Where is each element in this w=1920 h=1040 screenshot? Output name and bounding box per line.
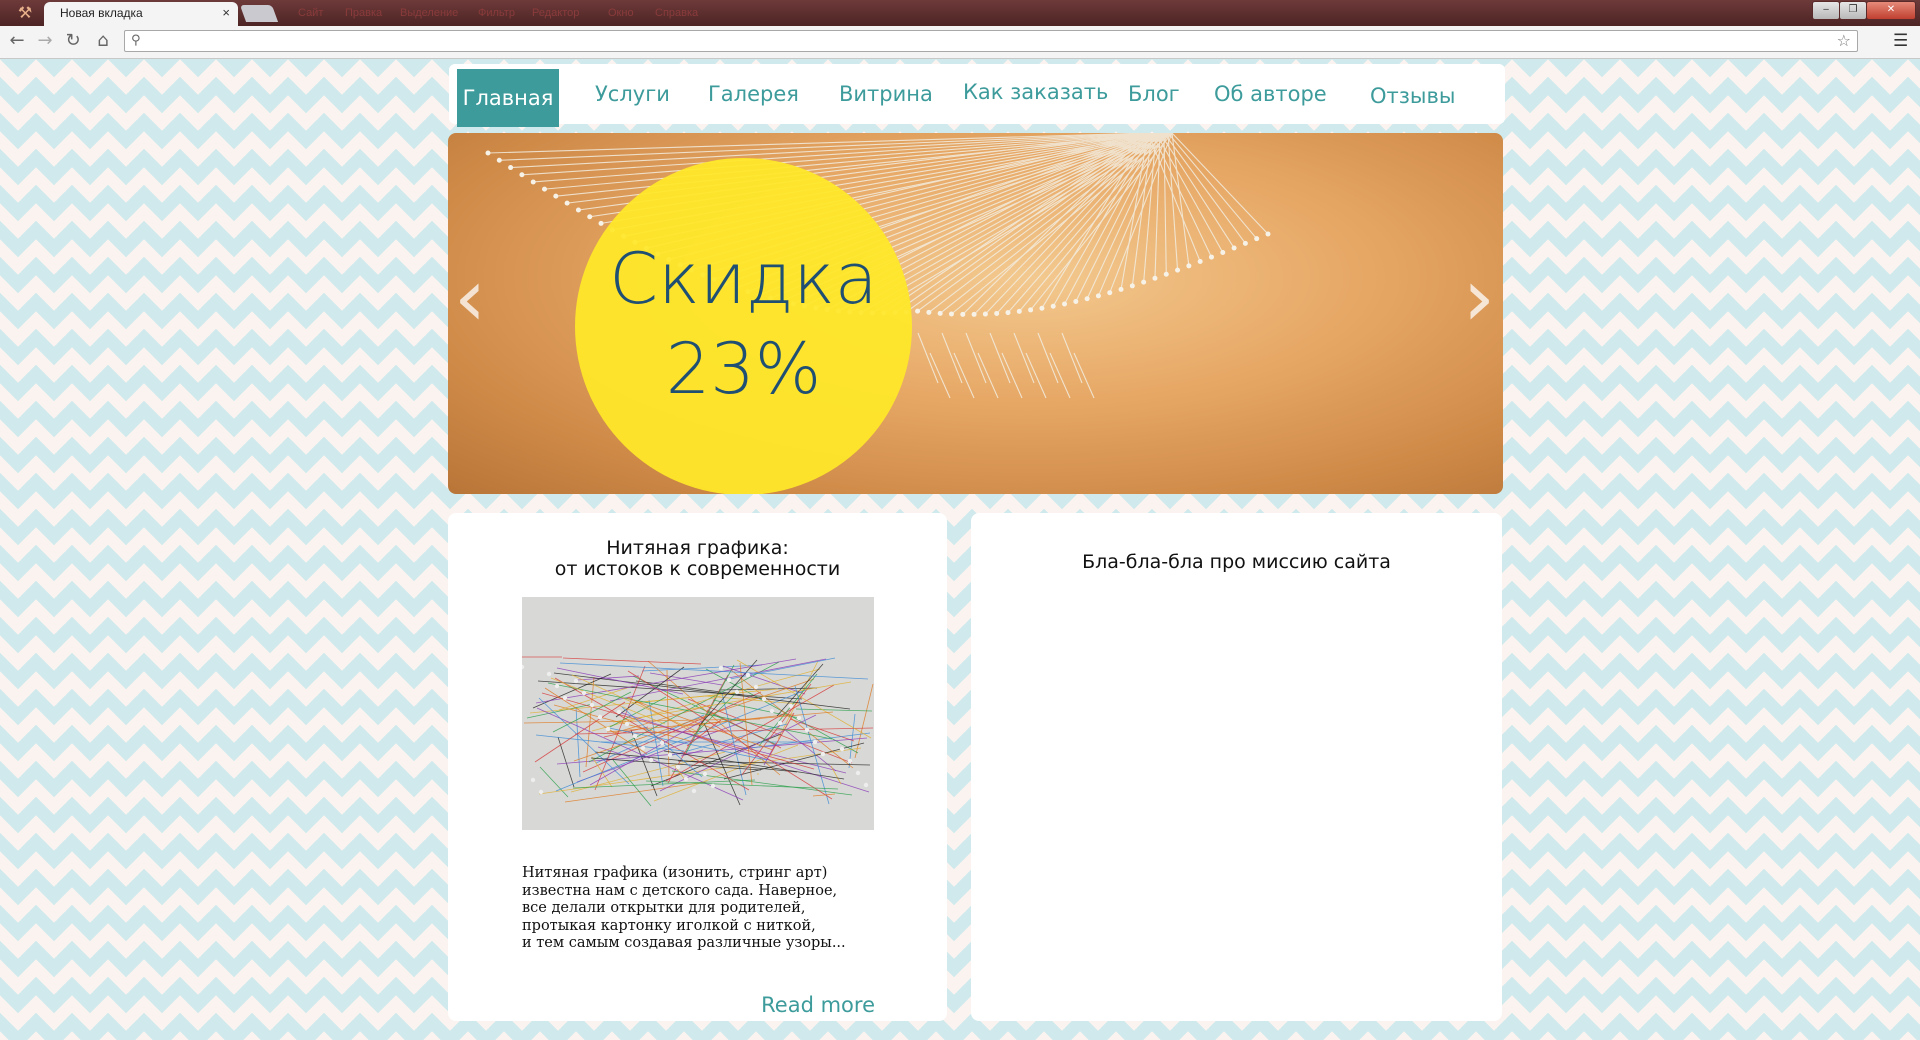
- minimize-button[interactable]: ‒: [1812, 1, 1840, 20]
- tab-title: Новая вкладка: [60, 6, 143, 20]
- back-arrow-icon[interactable]: ←: [6, 30, 28, 52]
- discount-circle: Скидка 23%: [575, 158, 912, 494]
- address-input[interactable]: [149, 32, 1789, 50]
- page-background: Главная Услуги Галерея Витрина Как заказ…: [0, 59, 1920, 1040]
- nav-item-gallery[interactable]: Галерея: [708, 64, 799, 124]
- nav-item-about-author[interactable]: Об авторе: [1214, 64, 1327, 124]
- search-icon: ⚲: [131, 33, 141, 48]
- mission-card: Бла-бла-бла про миссию сайта: [971, 513, 1502, 1021]
- main-nav: Главная Услуги Галерея Витрина Как заказ…: [449, 62, 1505, 127]
- nav-item-blog[interactable]: Блог: [1128, 64, 1180, 124]
- browser-app-icon[interactable]: ⚒: [12, 3, 38, 23]
- menu-item: Фильтр: [478, 7, 515, 19]
- article-image: [522, 597, 874, 830]
- close-window-button[interactable]: ✕: [1866, 1, 1916, 20]
- menu-item: Редактор: [532, 7, 580, 19]
- maximize-button[interactable]: ❐: [1839, 1, 1867, 20]
- nav-item-home[interactable]: Главная: [457, 69, 559, 127]
- nav-item-showcase[interactable]: Витрина: [839, 64, 933, 124]
- menu-item: Выделение: [400, 7, 459, 19]
- article-title-line2: от истоков к современности: [554, 558, 841, 580]
- forward-arrow-icon[interactable]: →: [34, 30, 56, 52]
- article-excerpt: Нитяная графика (изонить, стринг арт) из…: [522, 865, 846, 951]
- nav-item-reviews[interactable]: Отзывы: [1370, 66, 1455, 126]
- article-title-line1: Нитяная графика:: [606, 537, 789, 559]
- slider-next-arrow[interactable]: ›: [1463, 253, 1495, 343]
- article-card: Нитяная графика: от истоков к современно…: [448, 513, 947, 1021]
- mission-title: Бла-бла-бла про миссию сайта: [1082, 551, 1391, 573]
- slider-prev-arrow[interactable]: ‹: [454, 253, 486, 343]
- browser-menu-icon[interactable]: ☰: [1893, 31, 1908, 51]
- browser-titlebar: ⚒ Новая вкладка × Сайт Правка Выделение …: [0, 0, 1920, 26]
- bookmark-star-icon[interactable]: ☆: [1837, 31, 1851, 50]
- menu-item: Окно: [608, 7, 634, 19]
- promo-title: Скидка: [609, 238, 878, 320]
- home-icon[interactable]: ⌂: [92, 30, 114, 52]
- tab-close-icon[interactable]: ×: [222, 5, 230, 20]
- new-tab-button[interactable]: [239, 5, 279, 22]
- string-art-photo: [522, 597, 874, 830]
- promo-slider: Скидка 23% ‹ ›: [448, 133, 1503, 494]
- browser-toolbar: ← → ↻ ⌂ ⚲ ☆ ☰: [0, 26, 1920, 59]
- menu-item: Правка: [345, 7, 383, 19]
- nav-item-services[interactable]: Услуги: [595, 64, 670, 124]
- reload-icon[interactable]: ↻: [62, 30, 84, 52]
- menu-item: Справка: [655, 7, 699, 19]
- read-more-link[interactable]: Read more: [761, 993, 875, 1017]
- menu-item: Сайт: [298, 7, 324, 19]
- address-bar[interactable]: ⚲ ☆: [124, 30, 1858, 52]
- nav-item-how-to-order[interactable]: Как заказать: [963, 62, 1108, 122]
- promo-percent: 23%: [665, 328, 822, 410]
- browser-tab[interactable]: Новая вкладка ×: [44, 2, 238, 26]
